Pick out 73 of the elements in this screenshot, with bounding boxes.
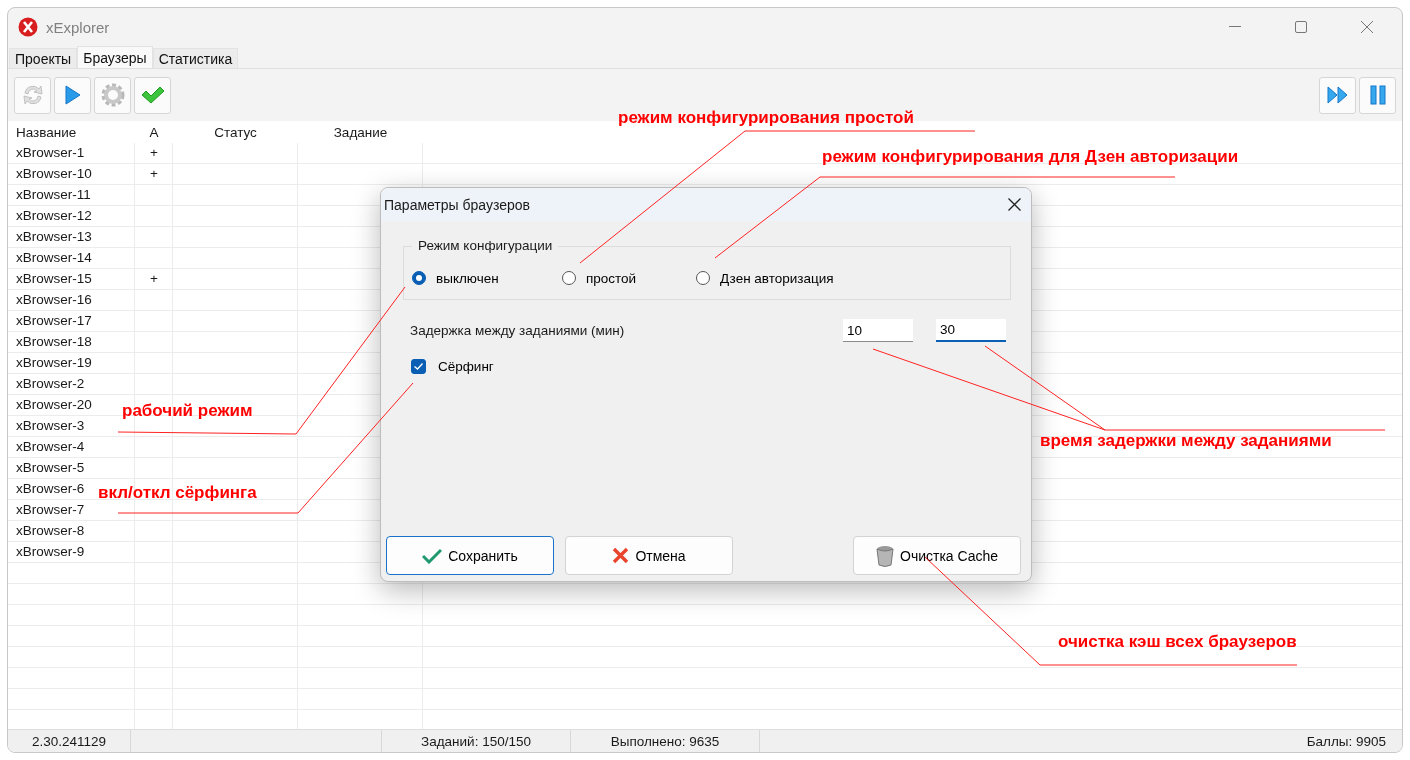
delay-label: Задержка между заданиями (мин) bbox=[410, 323, 626, 338]
table-cell-text: xBrowser-3 bbox=[16, 417, 85, 435]
table-cell-text: xBrowser-13 bbox=[16, 228, 92, 246]
table-cell-text: xBrowser-2 bbox=[16, 375, 85, 393]
table-cell-text: + bbox=[149, 144, 159, 162]
status-text: Заданий: 150/150 bbox=[421, 733, 531, 749]
table-cell-text: xBrowser-5 bbox=[16, 459, 85, 477]
table-cell-text: xBrowser-18 bbox=[16, 333, 92, 351]
annotation-label: режим конфигурирования простой bbox=[618, 108, 914, 128]
close-icon bbox=[1008, 198, 1021, 211]
minimize-icon bbox=[1229, 26, 1241, 28]
tab[interactable]: Браузеры bbox=[77, 46, 153, 68]
cache-button[interactable]: Очистка Cache bbox=[853, 536, 1021, 575]
group-title: Режим конфигурации bbox=[412, 238, 559, 253]
annotation-label: режим конфигурирования для Дзен авторизации bbox=[822, 147, 1239, 167]
input-field[interactable]: 30 bbox=[936, 319, 1006, 342]
status-text: Баллы: 9905 bbox=[1306, 733, 1386, 749]
table-cell-text: xBrowser-14 bbox=[16, 249, 92, 267]
toolbar-button[interactable] bbox=[1359, 76, 1396, 114]
status-text: Выполнено: 9635 bbox=[610, 733, 720, 749]
checkmark-icon bbox=[422, 547, 443, 564]
toolbar-button[interactable] bbox=[134, 76, 171, 114]
checkbox-option[interactable]: Сёрфинг bbox=[411, 359, 494, 374]
toolbar-button[interactable] bbox=[1319, 76, 1356, 114]
table-cell-text: + bbox=[149, 165, 159, 183]
close-icon bbox=[612, 547, 630, 564]
radio-button[interactable] bbox=[412, 271, 426, 285]
pause-icon bbox=[1369, 85, 1386, 105]
table-cell-text: xBrowser-16 bbox=[16, 291, 92, 309]
app-logo-icon bbox=[18, 17, 38, 37]
table-cell-text: xBrowser-19 bbox=[16, 354, 92, 372]
radio-option[interactable]: простой bbox=[562, 270, 696, 286]
maximize-icon bbox=[1295, 21, 1307, 33]
trash-can-icon bbox=[876, 544, 894, 567]
input-field[interactable]: 10 bbox=[843, 319, 913, 342]
save-button[interactable]: Сохранить bbox=[386, 536, 554, 575]
table-cell-text: xBrowser-6 bbox=[16, 480, 85, 498]
gear-icon bbox=[99, 82, 126, 108]
checkmark-icon bbox=[140, 86, 165, 104]
table-cell-text: xBrowser-8 bbox=[16, 522, 85, 540]
window-title: xExplorer bbox=[46, 18, 110, 36]
close-button[interactable] bbox=[1008, 198, 1021, 211]
tab[interactable]: Проекты bbox=[9, 48, 78, 68]
table-cell-text: xBrowser-7 bbox=[16, 501, 85, 519]
table-cell-text: xBrowser-12 bbox=[16, 207, 92, 225]
play-icon bbox=[64, 85, 81, 105]
table-cell-text: xBrowser-1 bbox=[16, 144, 85, 162]
table-cell-text: xBrowser-20 bbox=[16, 396, 92, 414]
status-text: 2.30.241129 bbox=[31, 733, 107, 749]
table-cell-text: xBrowser-4 bbox=[16, 438, 85, 456]
table-cell-text: xBrowser-9 bbox=[16, 543, 85, 561]
toolbar-button[interactable] bbox=[54, 76, 91, 114]
table-cell-text: xBrowser-10 bbox=[16, 165, 92, 183]
table-cell-text: + bbox=[149, 270, 159, 288]
checkmark-icon bbox=[414, 363, 423, 370]
cancel-button[interactable]: Отмена bbox=[565, 536, 733, 575]
table-cell-text: xBrowser-11 bbox=[16, 186, 91, 204]
annotation-label: рабочий режим bbox=[122, 401, 253, 421]
checkbox[interactable] bbox=[411, 359, 426, 374]
tab[interactable]: Статистика bbox=[152, 48, 239, 68]
annotation-label: время задержки между заданиями bbox=[1040, 431, 1332, 451]
table-cell-text: xBrowser-15 bbox=[16, 270, 92, 288]
fast-forward-icon bbox=[1326, 86, 1349, 104]
radio-option[interactable]: выключен bbox=[412, 270, 562, 286]
table-cell-text: xBrowser-17 bbox=[16, 312, 92, 330]
radio-button[interactable] bbox=[696, 271, 710, 285]
annotation-label: очистка кэш всех браузеров bbox=[1058, 632, 1297, 652]
annotation-label: вкл/откл сёрфинга bbox=[98, 483, 257, 503]
refresh-icon bbox=[20, 83, 45, 107]
dialog-title: Параметры браузеров bbox=[384, 196, 530, 213]
radio-option[interactable]: Дзен авторизация bbox=[696, 270, 856, 286]
close-icon bbox=[1361, 21, 1373, 33]
radio-button[interactable] bbox=[562, 271, 576, 285]
